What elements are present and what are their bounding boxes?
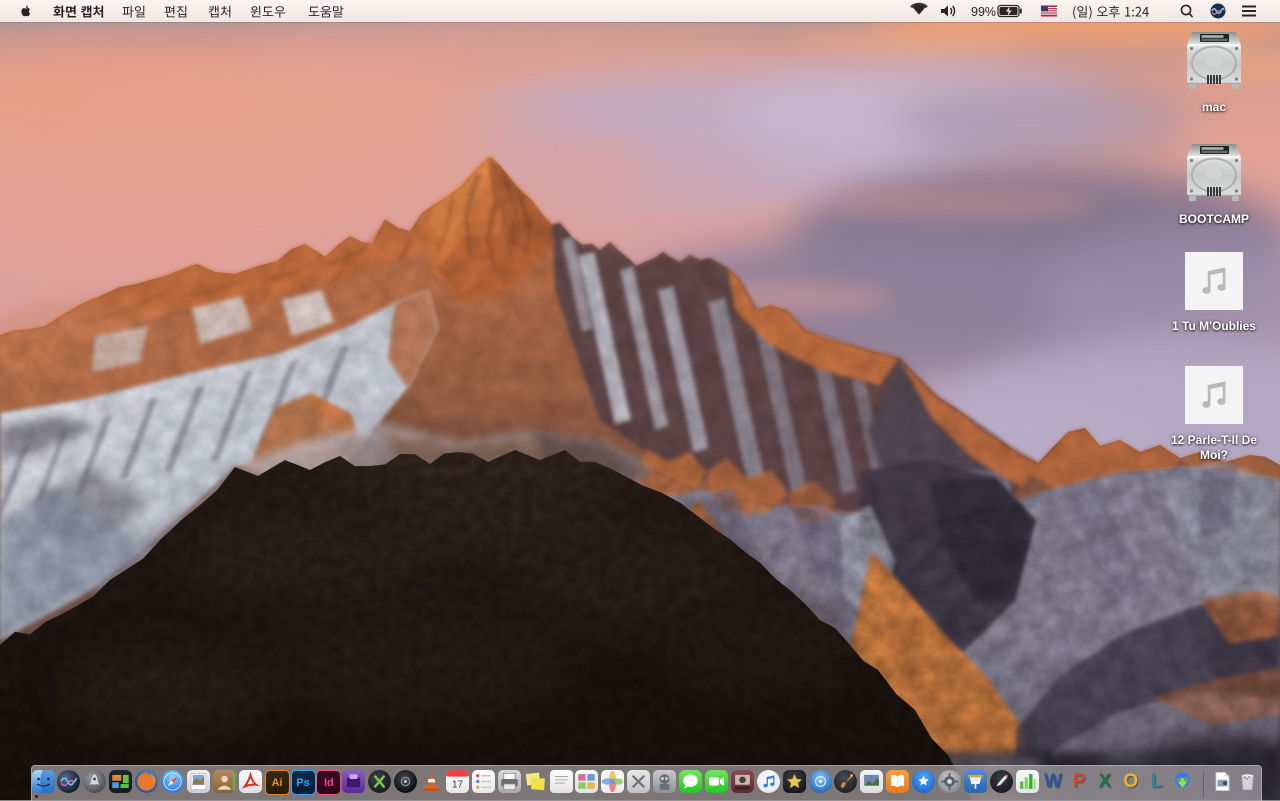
svg-text:17: 17 [452,779,463,790]
svg-text:99%: 99% [971,5,996,19]
